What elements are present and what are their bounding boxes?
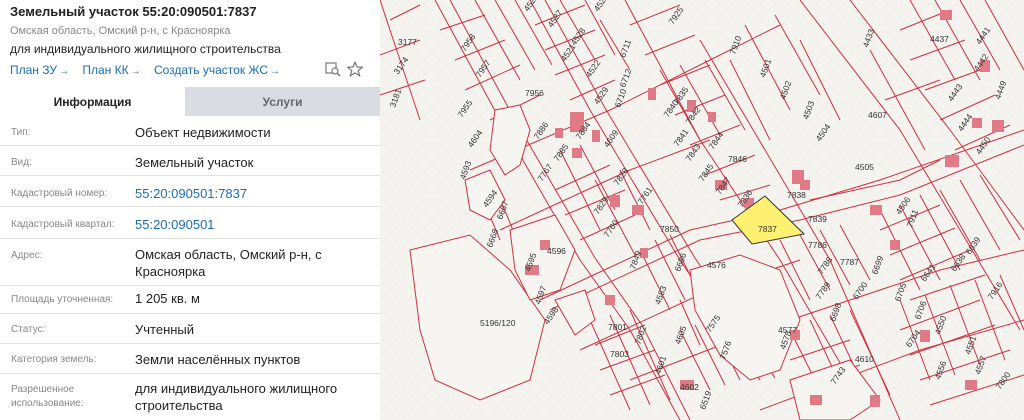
field-cadastral-number: Кадастровый номер: 55:20:090501:7837 <box>0 176 380 207</box>
field-cadastral-quarter: Кадастровый квартал: 55:20:090501 <box>0 207 380 239</box>
field-label: Адрес: <box>11 250 43 261</box>
create-plot-label: Создать участок ЖС <box>153 63 269 77</box>
parcel-label: 7801 <box>608 322 627 332</box>
selected-parcel-label: 7837 <box>758 224 777 234</box>
address-subtitle: Омская область, Омский р-н, с Красноярка <box>10 25 231 37</box>
parcel-label: 4576 <box>707 260 726 270</box>
field-label: Разрешенное использование: <box>11 384 84 409</box>
field-land-category: Категория земель: Земли населённых пункт… <box>0 344 380 374</box>
cadastral-number-link[interactable]: 55:20:090501:7837 <box>135 185 370 202</box>
parcel-label: 7850 <box>660 224 679 234</box>
action-links: План ЗУ → План КК → Создать участок ЖС → <box>10 63 290 77</box>
cadastral-map[interactable]: 7837 4526 4527 4528 4524 7925 4521 4522 6711 671… <box>380 0 1024 420</box>
tab-bar: Информация Услуги <box>0 87 380 116</box>
parcel-label: 5196/120 <box>480 318 516 328</box>
cadastral-quarter-link[interactable]: 55:20:090501 <box>135 216 370 233</box>
star-icon[interactable] <box>346 60 364 78</box>
field-label: Кадастровый номер: <box>11 188 108 199</box>
parcel-label: 7956 <box>525 88 544 98</box>
field-label: Тип: <box>11 127 31 138</box>
field-value: Земельный участок <box>135 155 254 170</box>
field-label: Площадь уточненная: <box>11 294 114 305</box>
map-search-icon[interactable] <box>324 60 342 78</box>
field-label: Категория земель: <box>11 354 97 365</box>
plan-zu-link[interactable]: План ЗУ → <box>10 63 69 77</box>
tab-info[interactable]: Информация <box>0 87 185 116</box>
parcel-label: 4596 <box>547 246 566 256</box>
page-title: Земельный участок 55:20:090501:7837 <box>10 4 257 19</box>
field-permitted-use: Разрешенное использование: для индивидуа… <box>0 374 380 420</box>
parcel-label: 7839 <box>808 214 827 224</box>
parcel-label: 4505 <box>855 162 874 172</box>
field-value: Учтенный <box>135 322 195 337</box>
parcel-label: 3177 <box>398 37 417 47</box>
plan-kk-link[interactable]: План КК → <box>82 63 140 77</box>
field-label: Вид: <box>11 157 32 168</box>
parcel-label: 7803 <box>610 349 629 359</box>
field-value: для индивидуального жилищного строительс… <box>135 381 338 413</box>
field-value: Объект недвижимости <box>135 125 271 140</box>
field-value: Омская область, Омский р-н, с Красноярка <box>135 247 322 279</box>
plan-zu-label: План ЗУ <box>10 63 57 77</box>
field-value: Земли населённых пунктов <box>135 352 301 367</box>
create-plot-link[interactable]: Создать участок ЖС → <box>154 63 280 77</box>
field-label: Статус: <box>11 324 46 335</box>
field-status: Статус: Учтенный <box>0 314 380 344</box>
parcel-label: 7787 <box>840 257 859 267</box>
parcel-label: 4607 <box>868 110 887 120</box>
map-canvas: 7837 45264527452845247925452145226711671… <box>380 0 1024 420</box>
field-value: 1 205 кв. м <box>135 291 200 306</box>
field-area: Площадь уточненная: 1 205 кв. м <box>0 286 380 314</box>
field-kind: Вид: Земельный участок <box>0 146 380 176</box>
parcel-label: 7838 <box>787 190 806 200</box>
arrow-right-icon: → <box>59 66 69 77</box>
parcel-label: 4437 <box>930 34 949 44</box>
purpose-text: для индивидуального жилищного строительс… <box>10 42 281 56</box>
field-address: Адрес: Омская область, Омский р-н, с Кра… <box>0 239 380 286</box>
arrow-right-icon: → <box>270 66 281 77</box>
info-panel: Земельный участок 55:20:090501:7837 Омск… <box>0 0 380 420</box>
parcel-label: 4610 <box>855 354 874 364</box>
field-type: Тип: Объект недвижимости <box>0 116 380 146</box>
field-label: Кадастровый квартал: <box>11 219 115 230</box>
parcel-label: 7846 <box>728 154 747 164</box>
tab-services[interactable]: Услуги <box>185 87 380 116</box>
plan-kk-label: План КК <box>82 63 129 77</box>
arrow-right-icon: → <box>130 66 141 77</box>
parcel-label: 7786 <box>808 240 827 250</box>
parcel-label: 4602 <box>680 382 699 392</box>
